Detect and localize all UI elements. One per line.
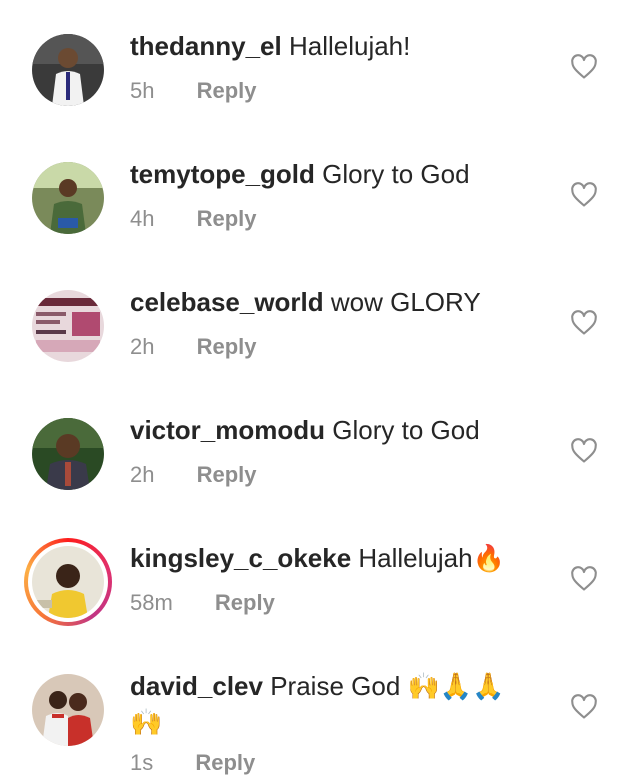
comment-text: temytope_gold Glory to God bbox=[130, 156, 550, 192]
heart-icon[interactable] bbox=[570, 53, 598, 81]
reply-button[interactable]: Reply bbox=[197, 460, 257, 490]
heart-icon[interactable] bbox=[570, 309, 598, 337]
person-icon bbox=[32, 162, 104, 234]
reply-button[interactable]: Reply bbox=[197, 332, 257, 362]
heart-icon[interactable] bbox=[570, 565, 598, 593]
comment-username[interactable]: celebase_world bbox=[130, 287, 324, 317]
comment-body: Glory to God bbox=[322, 159, 470, 189]
comment-username[interactable]: victor_momodu bbox=[130, 415, 325, 445]
comment-body: Hallelujah bbox=[358, 543, 473, 573]
comment-username[interactable]: temytope_gold bbox=[130, 159, 315, 189]
comment-time: 1s bbox=[130, 750, 154, 775]
couple-icon bbox=[32, 674, 104, 746]
avatar[interactable] bbox=[32, 162, 104, 234]
comment-text: celebase_world wow GLORY bbox=[130, 284, 550, 320]
heart-icon[interactable] bbox=[570, 693, 598, 721]
comment-time: 2h bbox=[130, 462, 155, 487]
reply-button[interactable]: Reply bbox=[197, 76, 257, 106]
avatar bbox=[32, 546, 104, 618]
avatar[interactable] bbox=[32, 290, 104, 362]
comment-text: david_clev Praise God 🙌🙏🙏 🙌 bbox=[130, 668, 550, 740]
comment-username[interactable]: kingsley_c_okeke bbox=[130, 543, 351, 573]
praise-emoji: 🙌🙏🙏 bbox=[407, 671, 505, 701]
story-ring[interactable] bbox=[24, 538, 112, 626]
comment-text: thedanny_el Hallelujah! bbox=[130, 28, 550, 64]
fire-emoji: 🔥 bbox=[472, 543, 505, 573]
comment-body: Praise God bbox=[270, 671, 401, 701]
comment-meta: 4h Reply bbox=[130, 204, 257, 234]
comment-body: wow GLORY bbox=[330, 287, 481, 317]
reply-button[interactable]: Reply bbox=[195, 748, 255, 778]
praise-emoji-line2: 🙌 bbox=[130, 707, 163, 737]
person-icon bbox=[32, 418, 104, 490]
comment-meta: 2h Reply bbox=[130, 460, 257, 490]
person-icon bbox=[32, 546, 104, 618]
reply-button[interactable]: Reply bbox=[215, 588, 275, 618]
heart-icon[interactable] bbox=[570, 437, 598, 465]
avatar[interactable] bbox=[32, 418, 104, 490]
avatar[interactable] bbox=[32, 34, 104, 106]
comment-time: 5h bbox=[130, 78, 155, 103]
comment-meta: 5h Reply bbox=[130, 76, 257, 106]
comment-text: kingsley_c_okeke Hallelujah🔥 bbox=[130, 540, 550, 576]
comment-body: Glory to God bbox=[332, 415, 480, 445]
person-icon bbox=[32, 34, 104, 106]
comment-time: 2h bbox=[130, 334, 155, 359]
comment-text: victor_momodu Glory to God bbox=[130, 412, 550, 448]
comment-username[interactable]: david_clev bbox=[130, 671, 263, 701]
comment-meta: 2h Reply bbox=[130, 332, 257, 362]
heart-icon[interactable] bbox=[570, 181, 598, 209]
comment-body: Hallelujah! bbox=[288, 31, 411, 61]
avatar[interactable] bbox=[32, 674, 104, 746]
comment-time: 58m bbox=[130, 590, 173, 615]
comments-list: thedanny_el Hallelujah! 5h Reply temytop… bbox=[0, 0, 640, 783]
flyer-icon bbox=[32, 290, 104, 362]
comment-meta: 1s Reply bbox=[130, 748, 255, 778]
reply-button[interactable]: Reply bbox=[197, 204, 257, 234]
comment-time: 4h bbox=[130, 206, 155, 231]
comment-meta: 58m Reply bbox=[130, 588, 275, 618]
comment-username[interactable]: thedanny_el bbox=[130, 31, 282, 61]
